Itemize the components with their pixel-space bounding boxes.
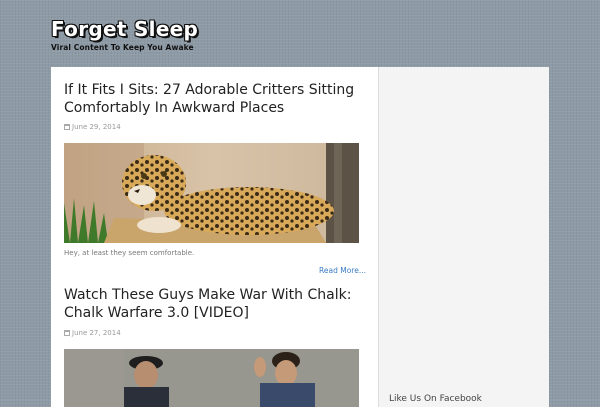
sidebar: Like Us On Facebook bbox=[379, 67, 549, 407]
logo-tagline: Viral Content To Keep You Awake bbox=[51, 43, 194, 52]
post-date: June 29, 2014 bbox=[64, 123, 121, 131]
post-date-text: June 29, 2014 bbox=[72, 123, 121, 131]
post-excerpt: Hey, at least they seem comfortable. bbox=[64, 249, 195, 257]
post-title-link[interactable]: If It Fits I Sits: 27 Adorable Critters … bbox=[64, 81, 359, 117]
post-thumbnail-leopard[interactable] bbox=[64, 143, 359, 243]
read-more-link[interactable]: Read More... bbox=[319, 266, 366, 275]
calendar-icon bbox=[64, 330, 70, 336]
post-date: June 27, 2014 bbox=[64, 329, 121, 337]
main-content: If It Fits I Sits: 27 Adorable Critters … bbox=[51, 67, 379, 407]
calendar-icon bbox=[64, 124, 70, 130]
post-title-link[interactable]: Watch These Guys Make War With Chalk: Ch… bbox=[64, 286, 359, 322]
site-logo[interactable]: Forget Sleep Viral Content To Keep You A… bbox=[51, 17, 199, 54]
sidebar-heading-facebook: Like Us On Facebook bbox=[389, 394, 482, 404]
post-date-text: June 27, 2014 bbox=[72, 329, 121, 337]
logo-title: Forget Sleep bbox=[51, 17, 199, 41]
post-thumbnail-chalk-warfare[interactable] bbox=[64, 349, 359, 407]
